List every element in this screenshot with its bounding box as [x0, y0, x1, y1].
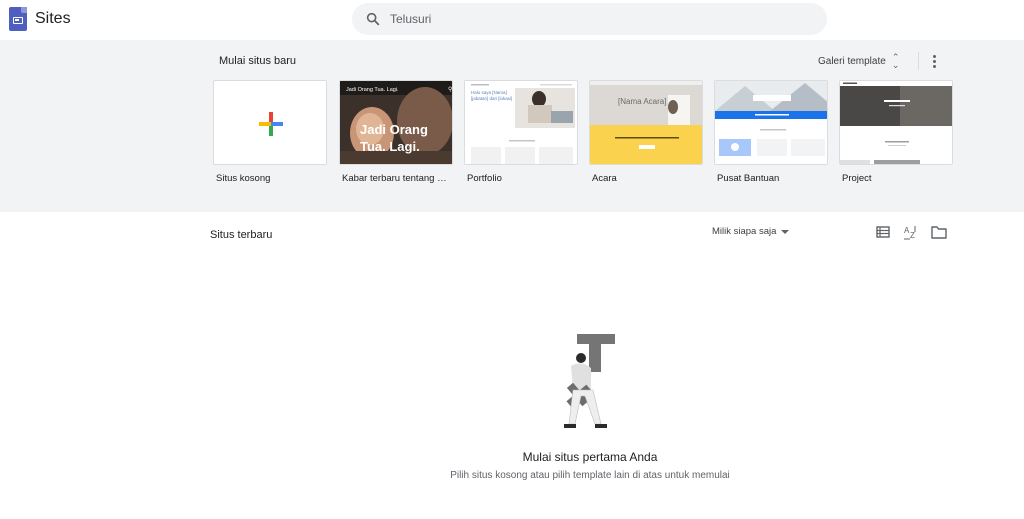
svg-text:Z: Z: [910, 231, 915, 240]
more-options-button[interactable]: [926, 52, 942, 70]
recent-sites-title: Situs terbaru: [210, 229, 273, 241]
app-header: Sites: [0, 0, 1024, 40]
template-label-project[interactable]: Project: [842, 173, 958, 184]
template-label-parenting[interactable]: Kabar terbaru tentang …: [342, 173, 458, 184]
dot-icon: [932, 54, 936, 58]
template-label-portfolio[interactable]: Portfolio: [467, 173, 583, 184]
template-label-event[interactable]: Acara: [592, 173, 708, 184]
svg-text:⚲: ⚲: [448, 86, 452, 93]
template-card-parenting[interactable]: Jadi Orang Tua. Lagi. ⚲ Jadi Orang Tua. …: [339, 80, 453, 165]
template-card-help-center[interactable]: [714, 80, 828, 165]
divider: [918, 52, 919, 70]
template-card-blank[interactable]: [213, 80, 327, 165]
unfold-icon: ⌃ ⌄: [891, 52, 900, 70]
app-title[interactable]: Sites: [35, 10, 71, 28]
dot-icon: [932, 64, 936, 68]
sort-az-icon[interactable]: A Z: [902, 223, 920, 241]
parenting-header-text: Jadi Orang Tua. Lagi.: [346, 87, 399, 93]
owner-filter-dropdown[interactable]: Milik siapa saja: [712, 226, 790, 237]
plus-icon: [259, 112, 283, 136]
template-card-event[interactable]: [Nama Acara]: [589, 80, 703, 165]
project-preview: [840, 81, 952, 164]
event-hero-text: [Nama Acara]: [618, 97, 667, 106]
empty-state-illustration: [564, 334, 615, 428]
owner-filter-label: Milik siapa saja: [712, 226, 777, 237]
parenting-hero-text: Jadi Orang Tua. Lagi.: [360, 122, 428, 154]
template-gallery-label: Galeri template: [818, 55, 886, 67]
dot-icon: [932, 59, 936, 63]
template-label-help-center[interactable]: Pusat Bantuan: [717, 173, 833, 184]
empty-state-subtitle: Pilih situs kosong atau pilih template l…: [450, 470, 730, 481]
template-label-blank[interactable]: Situs kosong: [216, 173, 332, 184]
event-preview: [590, 81, 702, 164]
empty-state-title: Mulai situs pertama Anda: [522, 450, 658, 464]
search-icon[interactable]: [365, 11, 381, 27]
sites-logo-icon[interactable]: [9, 7, 27, 31]
dropdown-arrow-icon: [781, 229, 790, 234]
folder-icon[interactable]: [930, 223, 948, 241]
template-gallery-button[interactable]: Galeri template ⌃ ⌄: [812, 50, 905, 72]
help-center-preview: [715, 81, 827, 164]
portfolio-hero-text: Halo saya [Nama] [jabatan] dari [lokasi]: [471, 90, 513, 101]
list-view-icon[interactable]: [874, 223, 892, 241]
template-card-project[interactable]: [839, 80, 953, 165]
template-card-portfolio[interactable]: Halo saya [Nama] [jabatan] dari [lokasi]: [464, 80, 578, 165]
template-section: Mulai situs baru Galeri template ⌃ ⌄ Situ…: [0, 40, 1024, 212]
search-bar[interactable]: [352, 3, 827, 35]
search-input[interactable]: [390, 9, 810, 29]
template-section-title: Mulai situs baru: [219, 55, 297, 67]
